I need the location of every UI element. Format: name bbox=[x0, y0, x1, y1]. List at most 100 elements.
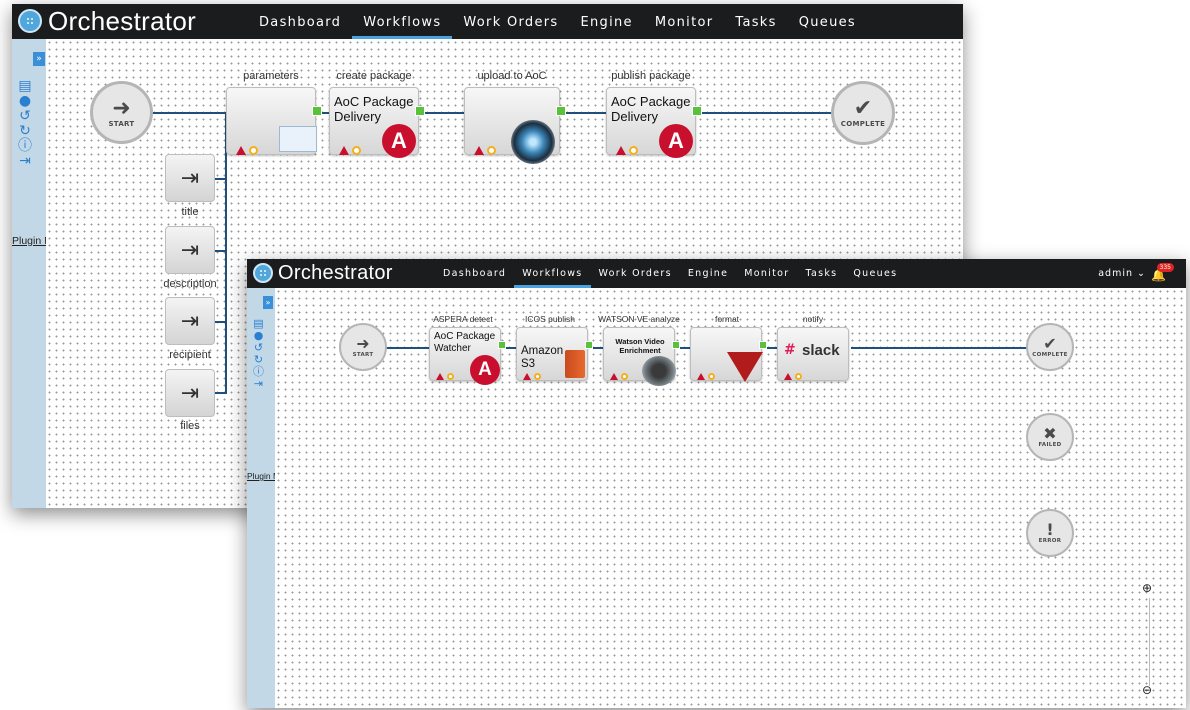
undo-icon[interactable]: ↺ bbox=[254, 342, 263, 353]
zoom-out-icon[interactable]: ⊖ bbox=[1142, 683, 1152, 697]
play-icon[interactable]: ● bbox=[19, 94, 31, 108]
tool-sidebar: » ▤ ● ↺ ↻ ⓘ ⇥ Plugin Manag bbox=[247, 288, 275, 708]
input-node-description[interactable]: ⇥ bbox=[165, 226, 215, 274]
status-dot-icon bbox=[487, 146, 496, 155]
format-node[interactable] bbox=[690, 327, 767, 382]
document-list-icon[interactable]: ▤ bbox=[18, 79, 31, 93]
output-port[interactable] bbox=[692, 106, 702, 116]
node-label-parameters: parameters bbox=[243, 70, 299, 82]
plugin-manager-link[interactable]: Plugin Manag bbox=[247, 471, 275, 482]
workflow-window-front: Orchestrator Dashboard Workflows Work Or… bbox=[247, 259, 1186, 708]
aspera-icon: A bbox=[470, 355, 500, 385]
warning-icon bbox=[784, 373, 792, 380]
input-node-recipient[interactable]: ⇥ bbox=[165, 297, 215, 345]
exit-icon[interactable]: ⇥ bbox=[19, 154, 31, 168]
nav-engine[interactable]: Engine bbox=[569, 4, 643, 39]
app-title[interactable]: Orchestrator bbox=[48, 6, 196, 37]
nav-work-orders[interactable]: Work Orders bbox=[452, 4, 569, 39]
x-icon: ✖ bbox=[1043, 424, 1057, 443]
notify-node[interactable]: # slack bbox=[777, 327, 849, 381]
orchestrator-logo-icon[interactable] bbox=[18, 9, 42, 33]
status-dot-icon bbox=[621, 373, 628, 380]
info-icon[interactable]: ⓘ bbox=[18, 139, 32, 153]
complete-node[interactable]: ✔ COMPLETE bbox=[831, 81, 895, 145]
output-port[interactable] bbox=[415, 106, 425, 116]
orchestrator-logo-icon[interactable] bbox=[253, 263, 273, 283]
nav-tasks[interactable]: Tasks bbox=[797, 259, 845, 288]
warning-icon bbox=[523, 373, 531, 380]
watson-icon bbox=[642, 356, 676, 386]
slack-icon: # bbox=[784, 342, 796, 358]
status-dot-icon bbox=[708, 373, 715, 380]
lens-icon bbox=[511, 120, 555, 164]
output-port[interactable] bbox=[672, 341, 680, 349]
exclamation-icon: ! bbox=[1046, 520, 1054, 539]
nav-monitor[interactable]: Monitor bbox=[644, 4, 725, 39]
node-label-publish-package: publish package bbox=[611, 70, 691, 82]
notification-badge: 335 bbox=[1156, 263, 1174, 272]
nav-monitor[interactable]: Monitor bbox=[736, 259, 797, 288]
watson-analyze-node[interactable]: Watson Video Enrichment bbox=[603, 327, 680, 386]
node-label-format: format bbox=[714, 314, 740, 324]
main-nav: Dashboard Workflows Work Orders Engine M… bbox=[248, 4, 867, 39]
nav-queues[interactable]: Queues bbox=[788, 4, 867, 39]
top-navigation-bar: Orchestrator Dashboard Workflows Work Or… bbox=[247, 259, 1186, 288]
nav-queues[interactable]: Queues bbox=[845, 259, 905, 288]
arrow-right-icon: ➜ bbox=[112, 95, 131, 121]
user-menu[interactable]: admin ⌄ bbox=[1098, 268, 1146, 279]
zoom-slider-track[interactable] bbox=[1149, 598, 1150, 686]
status-dot-icon bbox=[795, 373, 802, 380]
start-node[interactable]: ➜ START bbox=[90, 81, 153, 144]
undo-icon[interactable]: ↺ bbox=[19, 109, 31, 123]
redo-icon[interactable]: ↻ bbox=[19, 124, 31, 138]
warning-icon bbox=[474, 146, 484, 155]
input-arrow-icon: ⇥ bbox=[180, 308, 200, 334]
nav-engine[interactable]: Engine bbox=[680, 259, 736, 288]
output-port[interactable] bbox=[759, 341, 767, 349]
icos-publish-node[interactable]: Amazon S3 bbox=[516, 327, 593, 381]
chevron-down-icon: ⌄ bbox=[1137, 268, 1146, 279]
form-icon bbox=[279, 126, 317, 152]
info-icon[interactable]: ⓘ bbox=[253, 366, 264, 377]
nav-tasks[interactable]: Tasks bbox=[724, 4, 787, 39]
play-icon[interactable]: ● bbox=[254, 330, 264, 341]
publish-package-node[interactable]: AoC Package Delivery A bbox=[606, 87, 702, 158]
output-port[interactable] bbox=[585, 341, 593, 349]
nav-dashboard[interactable]: Dashboard bbox=[248, 4, 352, 39]
exit-icon[interactable]: ⇥ bbox=[254, 378, 263, 389]
output-port[interactable] bbox=[312, 106, 322, 116]
sidebar-expand-button[interactable]: » bbox=[33, 52, 45, 66]
node-label-create-package: create package bbox=[336, 70, 412, 82]
upload-to-aoc-node[interactable] bbox=[464, 87, 566, 164]
warning-icon bbox=[616, 146, 626, 155]
input-node-files[interactable]: ⇥ bbox=[165, 369, 215, 417]
start-node[interactable]: ➜ START bbox=[339, 323, 387, 371]
output-port[interactable] bbox=[498, 341, 506, 349]
input-node-title[interactable]: ⇥ bbox=[165, 154, 215, 202]
output-port[interactable] bbox=[556, 106, 566, 116]
nav-dashboard[interactable]: Dashboard bbox=[435, 259, 514, 288]
sidebar-expand-button[interactable]: » bbox=[263, 296, 273, 309]
zoom-in-icon[interactable]: ⊕ bbox=[1142, 581, 1152, 595]
nav-workflows[interactable]: Workflows bbox=[352, 4, 453, 39]
app-title[interactable]: Orchestrator bbox=[278, 262, 393, 285]
plugin-manager-link[interactable]: Plugin Manag bbox=[12, 234, 46, 248]
warning-icon bbox=[610, 373, 618, 380]
nav-workflows[interactable]: Workflows bbox=[514, 259, 591, 288]
error-node[interactable]: ! ERROR bbox=[1026, 509, 1074, 557]
redo-icon[interactable]: ↻ bbox=[254, 354, 263, 365]
nav-work-orders[interactable]: Work Orders bbox=[591, 259, 680, 288]
complete-node[interactable]: ✔ COMPLETE bbox=[1026, 323, 1074, 371]
document-list-icon[interactable]: ▤ bbox=[253, 318, 263, 329]
sidebar-tools: ▤ ● ↺ ↻ ⓘ ⇥ bbox=[253, 318, 264, 389]
input-label-recipient: recipient bbox=[169, 349, 211, 361]
input-label-files: files bbox=[180, 420, 200, 432]
parameters-node[interactable] bbox=[226, 87, 322, 155]
top-navigation-bar: Orchestrator Dashboard Workflows Work Or… bbox=[12, 4, 963, 39]
aspera-detect-node[interactable]: AoC Package Watcher A bbox=[429, 327, 506, 385]
workflow-canvas[interactable]: ➜ START ASPERA detect AoC Package Watche… bbox=[275, 288, 1186, 708]
arrow-right-icon: ➜ bbox=[356, 334, 370, 353]
failed-node[interactable]: ✖ FAILED bbox=[1026, 413, 1074, 461]
create-package-node[interactable]: AoC Package Delivery A bbox=[329, 87, 425, 158]
status-dot-icon bbox=[534, 373, 541, 380]
